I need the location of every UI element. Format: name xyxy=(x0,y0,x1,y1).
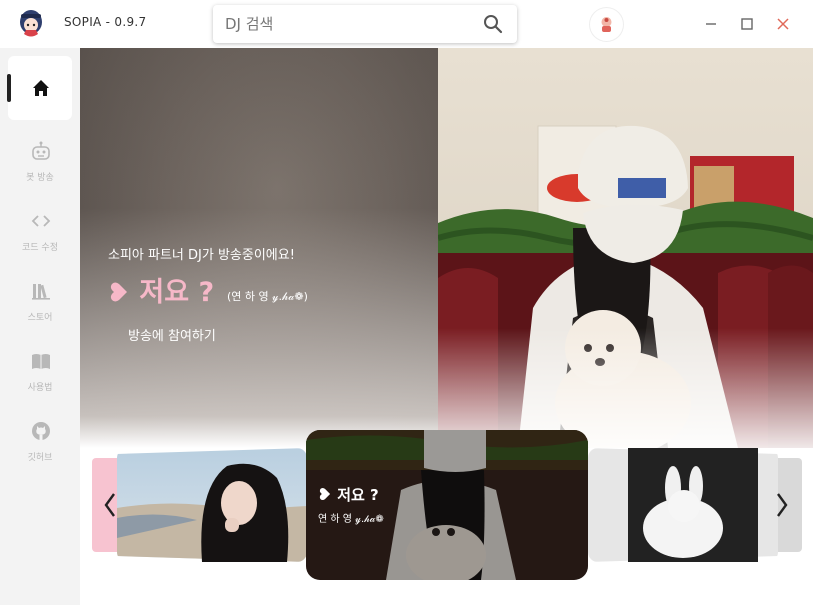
sidebar-item-label: 스토어 xyxy=(27,313,53,323)
close-icon[interactable] xyxy=(773,14,793,34)
sidebar-item-label: 사용법 xyxy=(27,383,53,393)
dj-name: 저요 ? xyxy=(108,270,214,309)
search-box[interactable] xyxy=(213,5,517,43)
library-icon xyxy=(32,284,50,300)
user-avatar[interactable] xyxy=(590,8,623,41)
code-icon xyxy=(31,215,51,227)
sidebar-item-home[interactable] xyxy=(7,56,72,120)
heart-icon xyxy=(319,487,331,501)
search-input[interactable] xyxy=(225,13,475,35)
active-card-dj-name: 저요 ? xyxy=(318,484,379,505)
sopia-logo-icon xyxy=(20,10,42,37)
active-card-dj-subtitle: 연 하 영 𝓎.𝒽𝒶❁ xyxy=(318,514,384,525)
carousel-card[interactable] xyxy=(588,448,778,562)
join-broadcast-button[interactable]: 방송에 참여하기 xyxy=(128,325,216,344)
active-indicator xyxy=(7,74,11,102)
home-icon xyxy=(33,80,49,96)
sidebar-item-code[interactable]: 코드 수정 xyxy=(8,196,72,260)
heart-icon xyxy=(110,282,127,302)
main-content: 소피아 파트너 DJ가 방송중이에요! 저요 ? (연 하 영 𝓎.𝒽𝒶❁) 방… xyxy=(80,48,813,605)
book-icon xyxy=(32,354,50,369)
robot-icon xyxy=(32,141,50,160)
active-card-dj-name-text: 저요 ? xyxy=(337,486,379,504)
app-window: SOPIA - 0.9.7 DJ 검색 봇 방송 코드 수정 스토어 사용법 깃… xyxy=(0,0,813,605)
sidebar-item-label: 봇 방송 xyxy=(26,173,54,183)
chevron-right-icon[interactable] xyxy=(774,490,790,520)
carousel-card[interactable] xyxy=(117,448,307,562)
dj-carousel: 저요 ? 연 하 영 𝓎.𝒽𝒶❁ xyxy=(80,428,813,605)
dj-name-text: 저요 ? xyxy=(139,277,215,308)
chevron-left-icon[interactable] xyxy=(102,490,118,520)
search-icon[interactable] xyxy=(483,14,503,34)
sidebar-item-bot[interactable]: 봇 방송 xyxy=(8,126,72,190)
app-title: SOPIA - 0.9.7 xyxy=(64,15,147,29)
sidebar: 봇 방송 코드 수정 스토어 사용법 깃허브 xyxy=(0,48,80,605)
avatar-icon xyxy=(601,17,612,32)
sidebar-item-label: 깃허브 xyxy=(27,453,53,463)
active-card-photo xyxy=(306,430,588,580)
sidebar-item-label: 코드 수정 xyxy=(22,243,58,253)
maximize-icon[interactable] xyxy=(737,14,757,34)
carousel-card-active[interactable]: 저요 ? 연 하 영 𝓎.𝒽𝒶❁ xyxy=(306,430,588,580)
sidebar-item-store[interactable]: 스토어 xyxy=(8,266,72,330)
sidebar-item-guide[interactable]: 사용법 xyxy=(8,336,72,400)
dj-subtitle: (연 하 영 𝓎.𝒽𝒶❁) xyxy=(227,290,308,303)
title-bar: SOPIA - 0.9.7 xyxy=(0,0,813,48)
github-icon xyxy=(32,422,50,440)
dj-photo xyxy=(438,48,813,448)
broadcast-text: 소피아 파트너 DJ가 방송중이에요! xyxy=(108,248,295,263)
minimize-icon[interactable] xyxy=(701,14,721,34)
sidebar-item-github[interactable]: 깃허브 xyxy=(8,406,72,470)
